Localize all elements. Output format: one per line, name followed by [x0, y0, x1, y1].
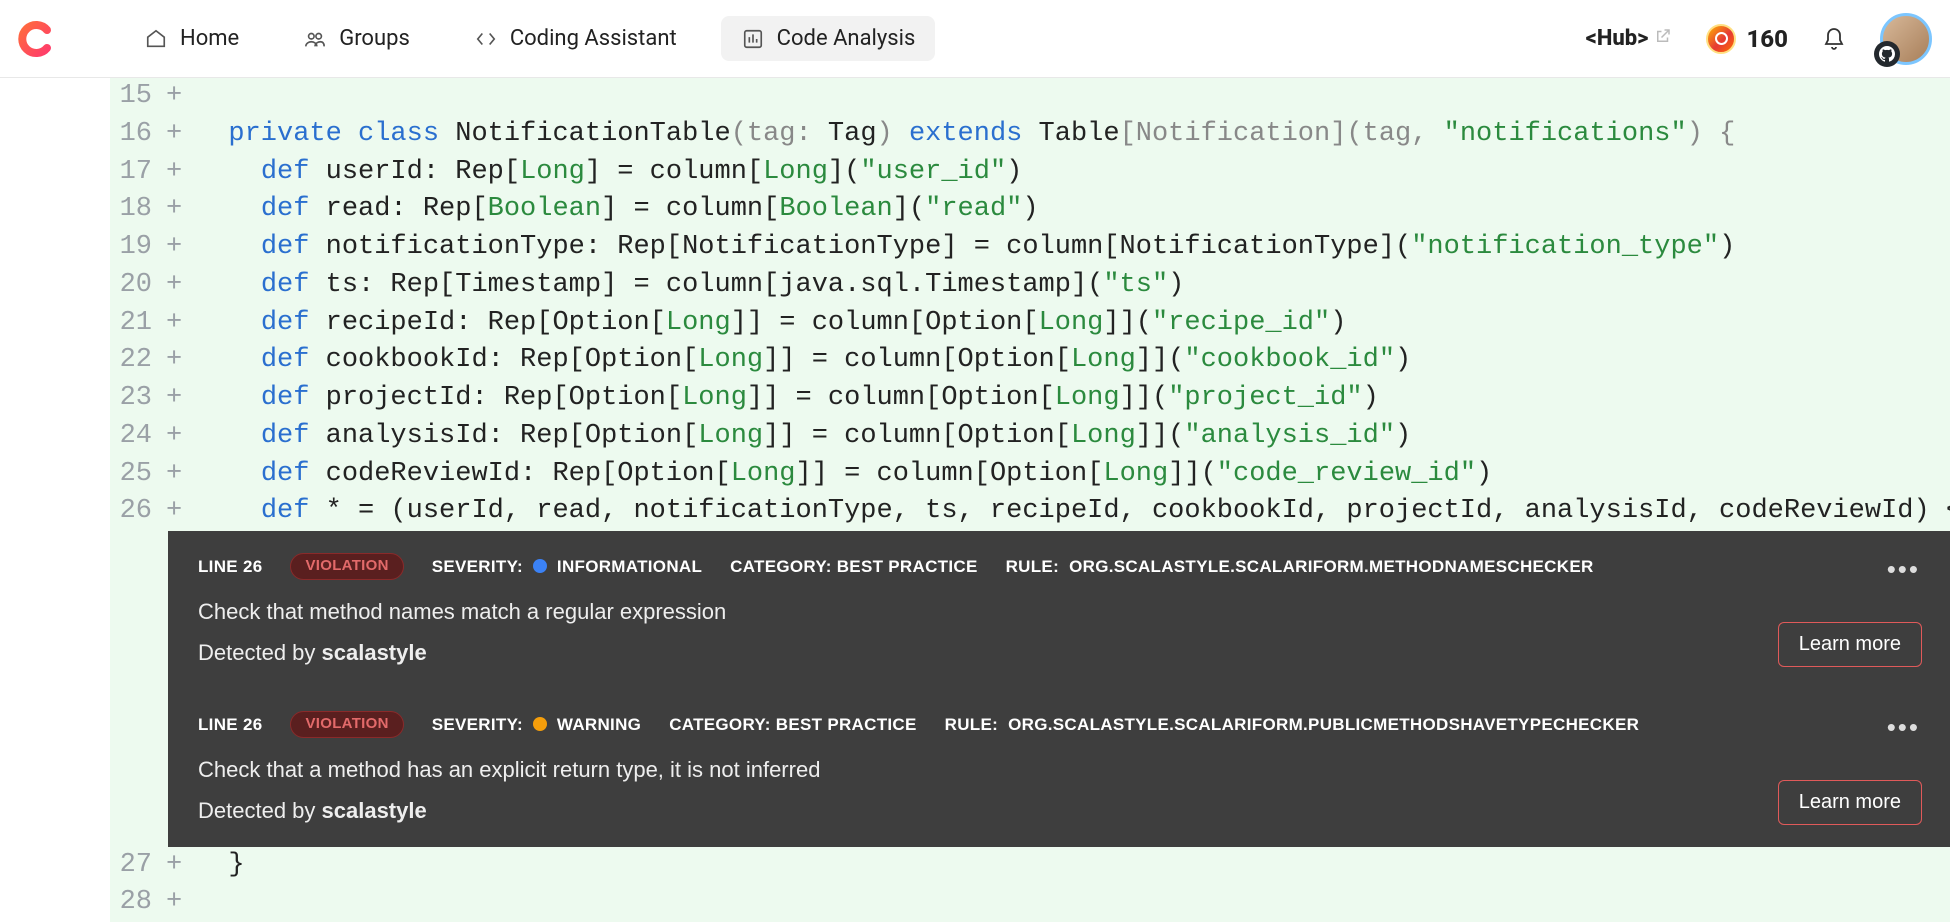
points-display[interactable]: 160 [1706, 24, 1788, 54]
violation-message: Check that a method has an explicit retu… [198, 756, 1920, 784]
code-wrap: 15+ 16+ private class NotificationTable(… [0, 78, 1950, 922]
violation-line: LINE 26 [198, 714, 262, 735]
topbar: Home Groups Coding Assistant Code Analys… [0, 0, 1950, 78]
groups-icon [303, 27, 327, 51]
nav-home-label: Home [180, 26, 239, 51]
more-icon[interactable]: ••• [1887, 553, 1920, 586]
nav-analysis-label: Code Analysis [777, 26, 916, 51]
avatar-menu[interactable] [1880, 13, 1932, 65]
nav-assist-label: Coding Assistant [510, 26, 677, 51]
hub-label: <Hub> [1586, 26, 1649, 51]
code-line: 21+ def recipeId: Rep[Option[Long]] = co… [110, 305, 1950, 343]
code-line: 19+ def notificationType: Rep[Notificati… [110, 229, 1950, 267]
severity-dot-icon [533, 559, 547, 573]
violation-item: LINE 26 VIOLATION SEVERITY: WARNING CATE… [168, 689, 1950, 847]
learn-more-button[interactable]: Learn more [1778, 780, 1922, 825]
points-icon [1706, 24, 1736, 54]
code-line: 25+ def codeReviewId: Rep[Option[Long]] … [110, 456, 1950, 494]
code-line: 17+ def userId: Rep[Long] = column[Long]… [110, 154, 1950, 192]
violation-message: Check that method names match a regular … [198, 598, 1920, 626]
code-icon [474, 27, 498, 51]
violation-badge: VIOLATION [290, 553, 403, 580]
violation-severity: SEVERITY: WARNING [432, 714, 641, 735]
nav-assist[interactable]: Coding Assistant [454, 16, 697, 61]
violation-header: LINE 26 VIOLATION SEVERITY: WARNING CATE… [198, 711, 1920, 738]
nav-links: Home Groups Coding Assistant Code Analys… [124, 16, 935, 61]
violation-panel: LINE 26 VIOLATION SEVERITY: INFORMATIONA… [168, 531, 1950, 847]
violation-badge: VIOLATION [290, 711, 403, 738]
code-line: 28+ [110, 884, 1950, 922]
topbar-right: <Hub> 160 [1586, 13, 1932, 65]
violation-category: CATEGORY: BEST PRACTICE [669, 714, 916, 735]
violation-detected: Detected by scalastyle [198, 639, 1920, 667]
analysis-icon [741, 27, 765, 51]
violation-line: LINE 26 [198, 556, 262, 577]
hub-link[interactable]: <Hub> [1586, 26, 1673, 51]
more-icon[interactable]: ••• [1887, 711, 1920, 744]
code-line: 24+ def analysisId: Rep[Option[Long]] = … [110, 418, 1950, 456]
code-line: 16+ private class NotificationTable(tag:… [110, 116, 1950, 154]
nav-groups-label: Groups [339, 26, 410, 51]
violation-item: LINE 26 VIOLATION SEVERITY: INFORMATIONA… [168, 531, 1950, 689]
external-link-icon [1654, 26, 1672, 51]
violation-category: CATEGORY: BEST PRACTICE [730, 556, 977, 577]
code-line: 22+ def cookbookId: Rep[Option[Long]] = … [110, 342, 1950, 380]
nav-analysis[interactable]: Code Analysis [721, 16, 936, 61]
severity-dot-icon [533, 717, 547, 731]
diff-panel: 15+ 16+ private class NotificationTable(… [110, 78, 1950, 922]
points-value: 160 [1746, 25, 1788, 53]
nav-groups[interactable]: Groups [283, 16, 430, 61]
code-line: 18+ def read: Rep[Boolean] = column[Bool… [110, 191, 1950, 229]
violation-header: LINE 26 VIOLATION SEVERITY: INFORMATIONA… [198, 553, 1920, 580]
learn-more-button[interactable]: Learn more [1778, 622, 1922, 667]
violation-detected: Detected by scalastyle [198, 797, 1920, 825]
bell-icon[interactable] [1822, 27, 1846, 51]
code-line: 27+ } [110, 847, 1950, 885]
violation-rule: RULE: ORG.SCALASTYLE.SCALARIFORM.METHODN… [1006, 556, 1594, 577]
code-line: 26+ def * = (userId, read, notificationT… [110, 493, 1950, 531]
github-icon [1874, 41, 1900, 67]
code-line: 15+ [110, 78, 1950, 116]
app-logo[interactable] [18, 20, 56, 58]
home-icon [144, 27, 168, 51]
violation-severity: SEVERITY: INFORMATIONAL [432, 556, 702, 577]
nav-home[interactable]: Home [124, 16, 259, 61]
code-line: 20+ def ts: Rep[Timestamp] = column[java… [110, 267, 1950, 305]
violation-rule: RULE: ORG.SCALASTYLE.SCALARIFORM.PUBLICM… [945, 714, 1640, 735]
code-line: 23+ def projectId: Rep[Option[Long]] = c… [110, 380, 1950, 418]
